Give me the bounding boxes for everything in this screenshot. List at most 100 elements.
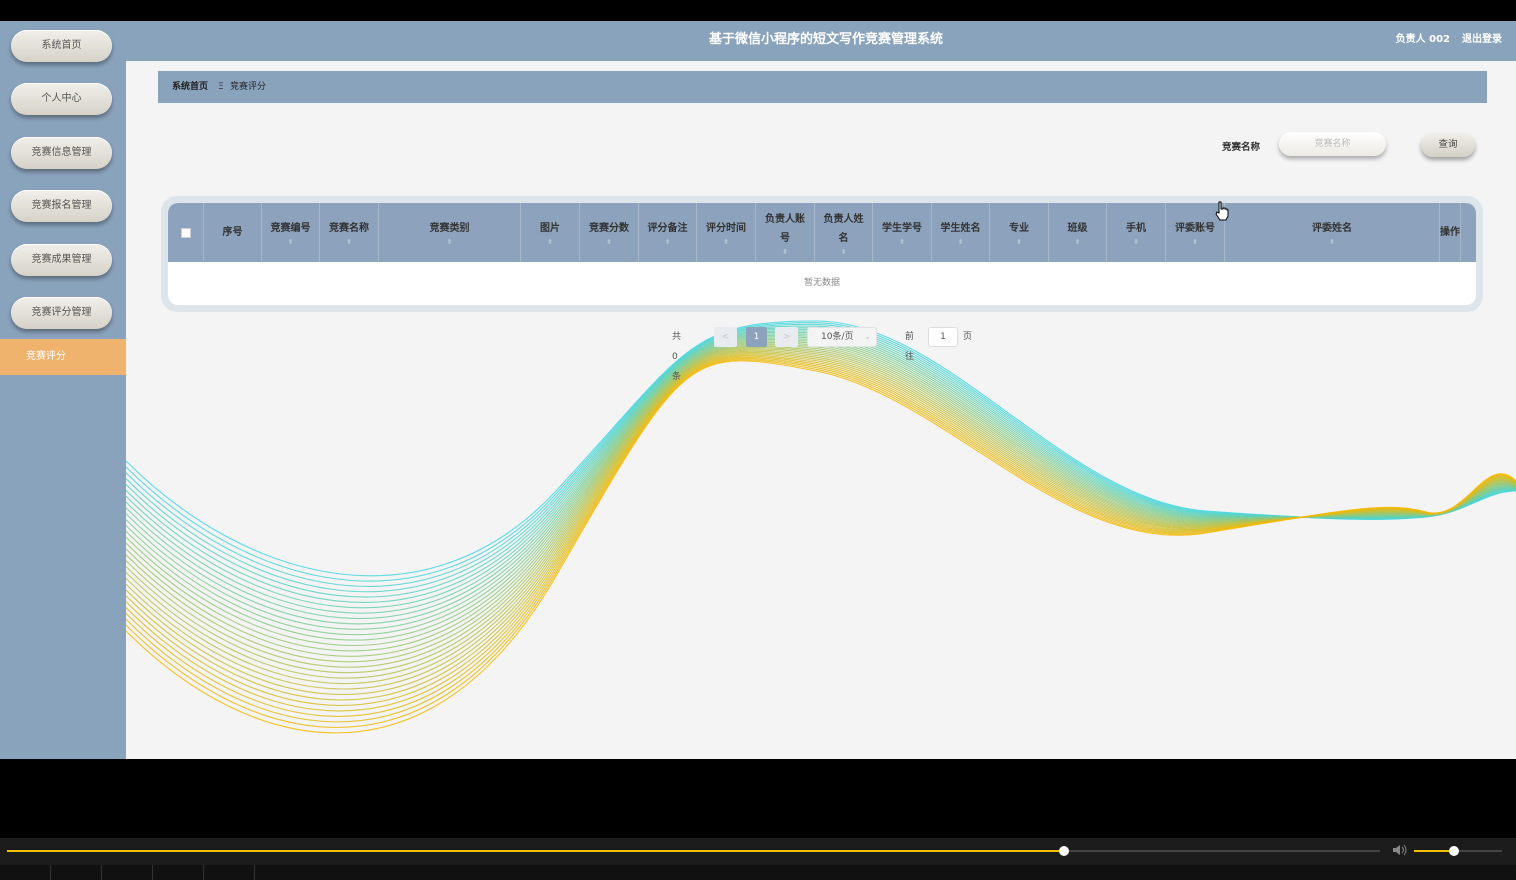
wave-line <box>126 342 1516 657</box>
wave-line <box>126 354 1516 706</box>
column-header-label: 操作 <box>1440 227 1460 238</box>
column-header[interactable]: 手机 ⬍ <box>1107 203 1166 262</box>
sidebar-item-scoring[interactable]: 竞赛评分管理 <box>11 297 112 329</box>
column-header[interactable]: 竞赛编号 ⬍ <box>262 203 320 262</box>
sort-caret-icon[interactable]: ⬍ <box>723 238 729 246</box>
column-header-label: 负责人姓 <box>823 213 864 225</box>
empty-message: 暂无数据 <box>803 278 840 288</box>
sort-caret-icon[interactable]: ⬍ <box>841 248 847 256</box>
wave-line <box>126 333 1516 620</box>
sort-caret-icon[interactable]: ⬍ <box>346 238 352 246</box>
seek-handle[interactable] <box>1059 846 1070 856</box>
sort-caret-icon[interactable]: ⬍ <box>1075 238 1081 246</box>
logout-link[interactable]: 退出登录 <box>1462 21 1502 59</box>
sort-caret-icon[interactable]: ⬍ <box>547 238 553 246</box>
column-header[interactable]: 操作 <box>1440 203 1461 262</box>
strip-tab[interactable] <box>51 865 102 880</box>
sort-caret-icon[interactable]: ⬍ <box>1192 238 1198 246</box>
select-all-checkbox-cell <box>168 203 204 262</box>
sort-caret-icon[interactable]: ⬍ <box>288 238 294 246</box>
sort-caret-icon[interactable]: ⬍ <box>899 238 905 246</box>
pagination-next-button[interactable]: > <box>775 327 798 347</box>
wave-line <box>126 345 1516 668</box>
column-header[interactable]: 学生姓名 ⬍ <box>932 203 990 262</box>
column-header[interactable]: 评委姓名 ⬍ <box>1225 203 1440 262</box>
hand-cursor-icon <box>1215 201 1229 221</box>
sort-caret-icon[interactable]: ⬍ <box>1016 238 1022 246</box>
column-header[interactable]: 学生学号 ⬍ <box>873 203 932 262</box>
column-header[interactable]: 负责人账号 ⬍ <box>756 203 815 262</box>
pagination-page-1[interactable]: 1 <box>746 327 767 347</box>
wave-line <box>126 351 1516 695</box>
sidebar-item-profile[interactable]: 个人中心 <box>11 83 112 115</box>
column-header[interactable]: 图片 ⬍ <box>521 203 580 262</box>
breadcrumb-separator: Ξ <box>218 82 224 92</box>
page-size-select[interactable]: 10条/页 ⌄ <box>807 327 877 347</box>
sort-caret-icon[interactable]: ⬍ <box>958 238 964 246</box>
column-header-label: 名 <box>838 232 849 244</box>
sort-caret-icon[interactable]: ⬍ <box>782 248 788 256</box>
column-header-label: 专业 <box>1009 223 1029 234</box>
column-header-label: 竞赛编号 <box>270 223 311 234</box>
column-header-label: 竞赛类别 <box>429 223 470 234</box>
sort-caret-icon[interactable]: ⬍ <box>447 238 453 246</box>
search-button[interactable]: 查询 <box>1421 133 1475 157</box>
volume-level <box>1414 850 1454 852</box>
column-header-label: 学生学号 <box>882 223 922 234</box>
column-header-label: 评分备注 <box>647 223 688 234</box>
volume-icon[interactable] <box>1392 843 1408 857</box>
wave-line <box>126 358 1516 723</box>
column-header[interactable]: 序号 <box>204 203 262 262</box>
page-size-value: 10条/页 <box>821 332 854 342</box>
sidebar-subitem-scoring[interactable]: 竞赛评分 <box>0 339 126 375</box>
sort-caret-icon[interactable]: ⬍ <box>665 238 671 246</box>
volume-handle[interactable] <box>1448 846 1459 856</box>
goto-suffix: 页 <box>963 332 973 342</box>
data-table: 序号 竞赛编号 ⬍ 竞赛名称 ⬍ 竞赛类别 ⬍ 图片 ⬍ 竞赛分数 ⬍ 评分备注 ⬍ 评分时间 ⬍ 负责人账号… <box>168 203 1476 305</box>
sort-caret-icon[interactable]: ⬍ <box>1329 238 1335 246</box>
select-all-checkbox[interactable] <box>180 227 191 238</box>
app-title: 基于微信小程序的短文写作竞赛管理系统 <box>708 32 943 47</box>
sort-caret-icon[interactable]: ⬍ <box>606 238 612 246</box>
strip-tab[interactable] <box>153 865 204 880</box>
seek-bar[interactable] <box>7 846 1380 856</box>
search-label: 竞赛名称 <box>1222 142 1261 153</box>
breadcrumb-current: 竞赛评分 <box>230 82 267 92</box>
search-input[interactable] <box>1279 132 1386 156</box>
strip-tab[interactable] <box>204 865 255 880</box>
wave-line <box>126 344 1516 663</box>
wave-line <box>126 334 1516 625</box>
column-header[interactable]: 评分时间 ⬍ <box>697 203 756 262</box>
column-header[interactable]: 班级 ⬍ <box>1049 203 1107 262</box>
column-header[interactable]: 竞赛名称 ⬍ <box>320 203 379 262</box>
app-screen: 系统首页 个人中心 竞赛信息管理 竞赛报名管理 竞赛成果管理 竞赛评分管理 竞赛… <box>0 21 1516 759</box>
column-header-label: 班级 <box>1067 223 1088 234</box>
breadcrumb-home[interactable]: 系统首页 <box>172 71 208 103</box>
volume-slider[interactable] <box>1414 846 1502 856</box>
goto-page-input[interactable]: 1 <box>928 327 958 347</box>
column-header-label: 竞赛名称 <box>329 223 369 234</box>
chevron-down-icon: ⌄ <box>864 332 871 341</box>
media-player-bar <box>0 838 1516 880</box>
sidebar-item-results[interactable]: 竞赛成果管理 <box>11 244 112 276</box>
column-header[interactable]: 竞赛分数 ⬍ <box>580 203 639 262</box>
table-container: 序号 竞赛编号 ⬍ 竞赛名称 ⬍ 竞赛类别 ⬍ 图片 ⬍ 竞赛分数 ⬍ 评分备注 ⬍ 评分时间 ⬍ 负责人账号… <box>161 196 1483 312</box>
wave-line <box>126 331 1516 614</box>
sidebar-item-registration[interactable]: 竞赛报名管理 <box>11 190 112 222</box>
column-header[interactable]: 专业 ⬍ <box>990 203 1049 262</box>
column-header-label: 负责人账 <box>765 213 805 225</box>
goto-label: 前往 <box>905 332 915 362</box>
sort-caret-icon[interactable]: ⬍ <box>1133 238 1139 246</box>
pagination-prev-button[interactable]: < <box>714 327 737 347</box>
sidebar-item-home[interactable]: 系统首页 <box>11 30 112 62</box>
wave-line <box>126 346 1516 674</box>
strip-tab[interactable] <box>0 865 51 880</box>
column-header[interactable]: 评分备注 ⬍ <box>639 203 697 262</box>
column-header[interactable]: 竞赛类别 ⬍ <box>379 203 521 262</box>
sidebar-item-competition-info[interactable]: 竞赛信息管理 <box>11 137 112 169</box>
column-header-label: 手机 <box>1126 223 1146 234</box>
strip-tab[interactable] <box>102 865 153 880</box>
wave-line <box>126 350 1516 690</box>
column-header-label: 序号 <box>222 227 243 238</box>
column-header[interactable]: 负责人姓名 ⬍ <box>815 203 873 262</box>
